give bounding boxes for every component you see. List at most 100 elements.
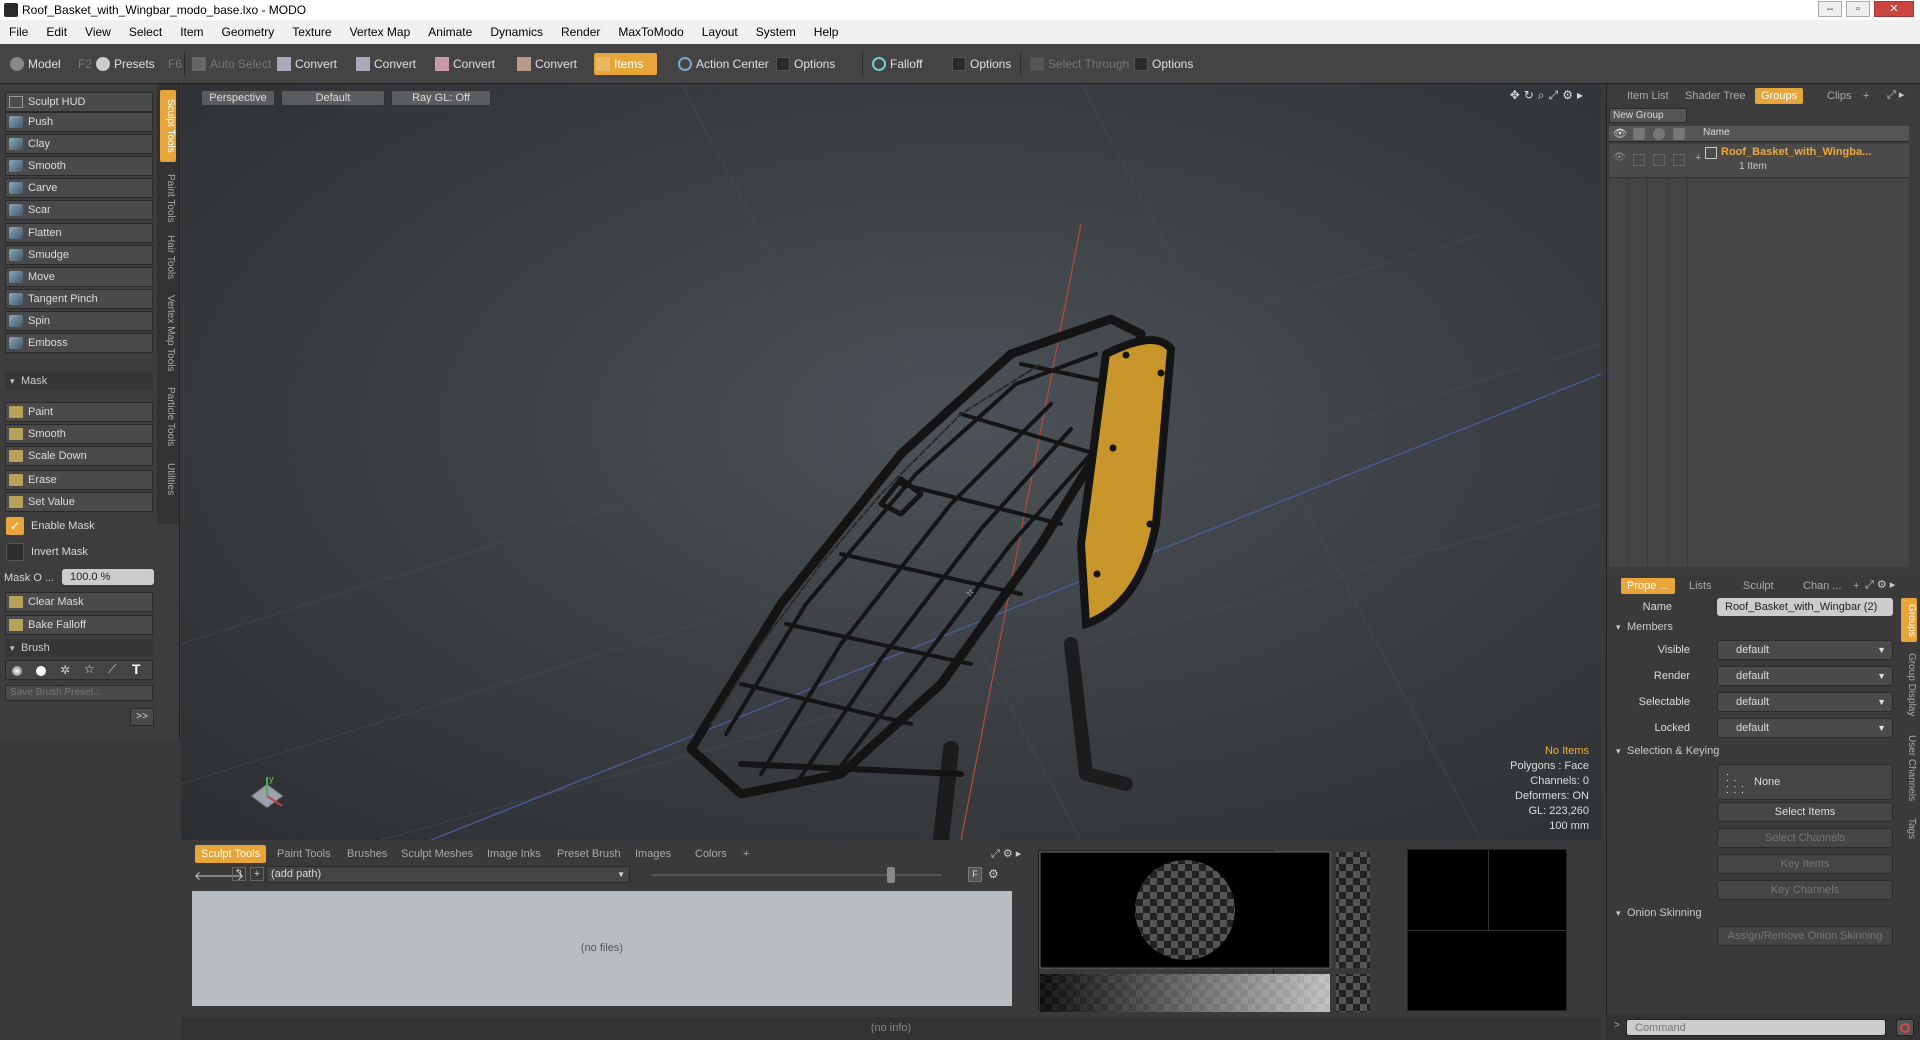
parent-folder-icon[interactable]: ↰ <box>232 867 246 881</box>
group-select-toggle[interactable] <box>1653 154 1665 166</box>
tool-flatten-button[interactable]: Flatten <box>5 222 153 243</box>
group-visible-eye-icon[interactable]: 👁 <box>1613 152 1626 163</box>
command-history-icon[interactable] <box>1896 1019 1914 1036</box>
panel-settings-icon[interactable]: ⚙ <box>1003 848 1016 860</box>
lock-toggle-icon[interactable] <box>1673 128 1685 140</box>
select-through-options-button[interactable]: Options <box>1132 54 1193 74</box>
render-toggle-icon[interactable] <box>1633 128 1645 140</box>
onion-skinning-section-header[interactable]: Onion Skinning <box>1611 904 1893 922</box>
menu-layout[interactable]: Layout <box>693 20 747 44</box>
tab-preset-brush[interactable]: Preset Brush <box>551 845 627 863</box>
side-tab-user-channels[interactable]: User Channels <box>1901 728 1917 808</box>
path-dropdown[interactable]: (add path) ▼ <box>266 866 630 883</box>
tab-groups[interactable]: Groups <box>1755 88 1804 104</box>
selectable-dropdown[interactable]: default ▼ <box>1717 692 1893 712</box>
add-tab-button[interactable]: + <box>737 845 755 863</box>
new-group-button[interactable]: New Group <box>1609 108 1687 123</box>
menu-maxtomodo[interactable]: MaxToModo <box>609 20 692 44</box>
browser-settings-icon[interactable]: ⚙ <box>988 867 999 881</box>
tab-hair-tools[interactable]: Hair Tools <box>160 232 176 282</box>
tab-brushes[interactable]: Brushes <box>341 845 393 863</box>
tab-paint-tools-browser[interactable]: Paint Tools <box>271 845 337 863</box>
model-layout-button[interactable]: Model F2 <box>8 54 92 74</box>
convert-edges-button[interactable]: Convert <box>354 54 416 74</box>
menu-edit[interactable]: Edit <box>37 20 76 44</box>
tab-images[interactable]: Images <box>629 845 677 863</box>
action-center-options-button[interactable]: Options <box>774 54 835 74</box>
slider-handle[interactable] <box>887 867 895 883</box>
invert-mask-checkbox[interactable] <box>6 543 24 561</box>
maximize-panel-icon[interactable]: ⤢ <box>1887 89 1899 101</box>
tab-utilities[interactable]: Utilities <box>160 456 176 502</box>
mask-paint-button[interactable]: Paint <box>5 402 153 422</box>
add-panel-tab-button[interactable]: + <box>1857 88 1875 104</box>
expand-brush-button[interactable]: >> <box>130 708 154 726</box>
menu-file[interactable]: File <box>0 20 37 44</box>
tab-clips[interactable]: Clips <box>1821 88 1857 104</box>
file-browser-area[interactable]: (no files) <box>192 891 1012 1006</box>
convert-vertices-button[interactable]: Convert <box>275 54 337 74</box>
tab-sculpt-meshes[interactable]: Sculpt Meshes <box>395 845 479 863</box>
procedural-brush-icon[interactable]: ⟋ <box>108 662 116 677</box>
maximize-panel-icon[interactable]: ⤢ <box>1865 579 1877 591</box>
tool-scar-button[interactable]: Scar <box>5 200 153 221</box>
menu-render[interactable]: Render <box>552 20 609 44</box>
side-tab-tags[interactable]: Tags <box>1901 814 1917 844</box>
hard-brush-icon[interactable] <box>36 666 46 676</box>
mask-smooth-button[interactable]: Smooth <box>5 424 153 444</box>
set-value-button[interactable]: Set Value <box>5 492 153 512</box>
tool-move-button[interactable]: Move <box>5 266 153 287</box>
side-tab-groups[interactable]: Groups <box>1901 598 1917 642</box>
menu-item[interactable]: Item <box>171 20 212 44</box>
panel-menu-icon[interactable]: ▸ <box>1899 89 1908 101</box>
add-properties-tab-button[interactable]: + <box>1847 578 1865 594</box>
tab-properties[interactable]: Prope ... <box>1621 578 1675 594</box>
falloff-options-button[interactable]: Options <box>950 54 1011 74</box>
members-section-header[interactable]: Members <box>1611 618 1893 636</box>
group-name-field[interactable]: Roof_Basket_with_Wingbar (2) <box>1717 598 1893 616</box>
star-brush-icon[interactable]: ☆ <box>84 662 95 676</box>
auto-select-button[interactable]: Auto Select <box>190 54 271 74</box>
menu-dynamics[interactable]: Dynamics <box>481 20 552 44</box>
selection-keying-section-header[interactable]: Selection & Keying <box>1611 742 1893 760</box>
select-items-button[interactable]: Select Items <box>1717 802 1893 822</box>
menu-animate[interactable]: Animate <box>419 20 481 44</box>
action-center-button[interactable]: Action Center <box>676 54 769 74</box>
select-channels-button[interactable]: Select Channels <box>1717 828 1893 848</box>
convert-materials-button[interactable]: Convert <box>515 54 577 74</box>
menu-system[interactable]: System <box>747 20 805 44</box>
expand-group-icon[interactable]: + <box>1695 152 1701 164</box>
sculpt-hud-button[interactable]: Sculpt HUD <box>5 92 153 112</box>
3d-viewport[interactable]: Perspective Default Ray GL: Off ✥↻⌕⤢⚙▸ ⊹… <box>181 84 1601 840</box>
presets-button[interactable]: Presets F6 <box>94 54 182 74</box>
select-none-button[interactable]: · · · · · · · · · None <box>1717 764 1893 800</box>
tool-emboss-button[interactable]: Emboss <box>5 333 153 353</box>
key-items-button[interactable]: Key Items <box>1717 854 1893 874</box>
assign-onion-skinning-button[interactable]: Assign/Remove Onion Skinning <box>1717 926 1893 946</box>
menu-vertex-map[interactable]: Vertex Map <box>341 20 420 44</box>
tab-particle-tools[interactable]: Particle Tools <box>160 384 176 450</box>
maximize-button[interactable]: ▫ <box>1846 1 1870 17</box>
menu-help[interactable]: Help <box>805 20 848 44</box>
close-button[interactable]: ✕ <box>1874 1 1914 17</box>
minimize-button[interactable]: – <box>1818 1 1842 17</box>
thumbnail-size-slider[interactable] <box>652 874 942 876</box>
clear-mask-button[interactable]: Clear Mask <box>5 592 153 612</box>
text-brush-icon[interactable]: T <box>132 661 141 677</box>
splatter-brush-icon[interactable]: ✲ <box>60 663 70 677</box>
tab-sculpt-tools-browser[interactable]: Sculpt Tools <box>195 845 267 863</box>
visibility-eye-icon[interactable]: 👁 <box>1613 127 1627 140</box>
command-expand-icon[interactable]: > <box>1614 1020 1620 1031</box>
save-brush-preset-field[interactable]: Save Brush Preset... <box>5 685 153 701</box>
panel-menu-icon[interactable]: ▸ <box>1890 579 1899 591</box>
group-lock-toggle[interactable] <box>1673 154 1685 166</box>
side-tab-group-display[interactable]: Group Display <box>1901 650 1917 720</box>
falloff-button[interactable]: Falloff <box>870 54 922 74</box>
tab-vertex-map-tools[interactable]: Vertex Map Tools <box>160 290 176 376</box>
panel-settings-icon[interactable]: ⚙ <box>1877 579 1890 591</box>
select-through-button[interactable]: Select Through <box>1028 54 1129 74</box>
mask-opacity-field[interactable]: 100.0 % <box>62 569 154 585</box>
select-toggle-icon[interactable] <box>1653 128 1665 140</box>
tool-spin-button[interactable]: Spin <box>5 310 153 331</box>
erase-button[interactable]: Erase <box>5 470 153 490</box>
